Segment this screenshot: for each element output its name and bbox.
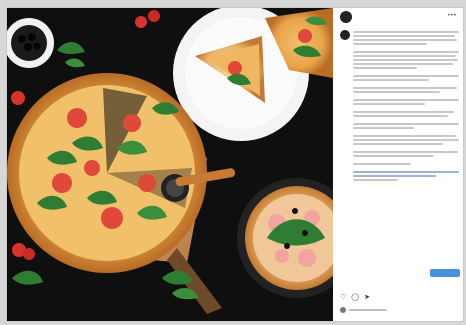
follow-button[interactable] — [430, 269, 460, 277]
main-pizza — [7, 73, 207, 273]
likes-text — [349, 309, 387, 311]
post-photo[interactable] — [7, 8, 333, 321]
comment-icon[interactable]: ◯ — [351, 293, 359, 301]
avatar[interactable] — [340, 11, 352, 23]
caption-avatar — [340, 30, 350, 40]
likes-row — [340, 307, 387, 313]
post-footer — [340, 269, 460, 280]
ellipsis-icon[interactable]: ••• — [448, 13, 457, 19]
post-sidebar: ••• ♡ ◯ ➤ — [333, 8, 463, 321]
post-actions: ♡ ◯ ➤ — [340, 293, 370, 301]
post-card: ••• ♡ ◯ ➤ — [7, 8, 463, 321]
heart-icon[interactable]: ♡ — [340, 293, 346, 301]
pizza-photo — [7, 8, 333, 321]
liker-avatar — [340, 307, 346, 313]
share-icon[interactable]: ➤ — [364, 293, 370, 301]
caption — [340, 30, 460, 260]
caption-text — [353, 31, 459, 183]
post-header: ••• — [333, 8, 463, 26]
